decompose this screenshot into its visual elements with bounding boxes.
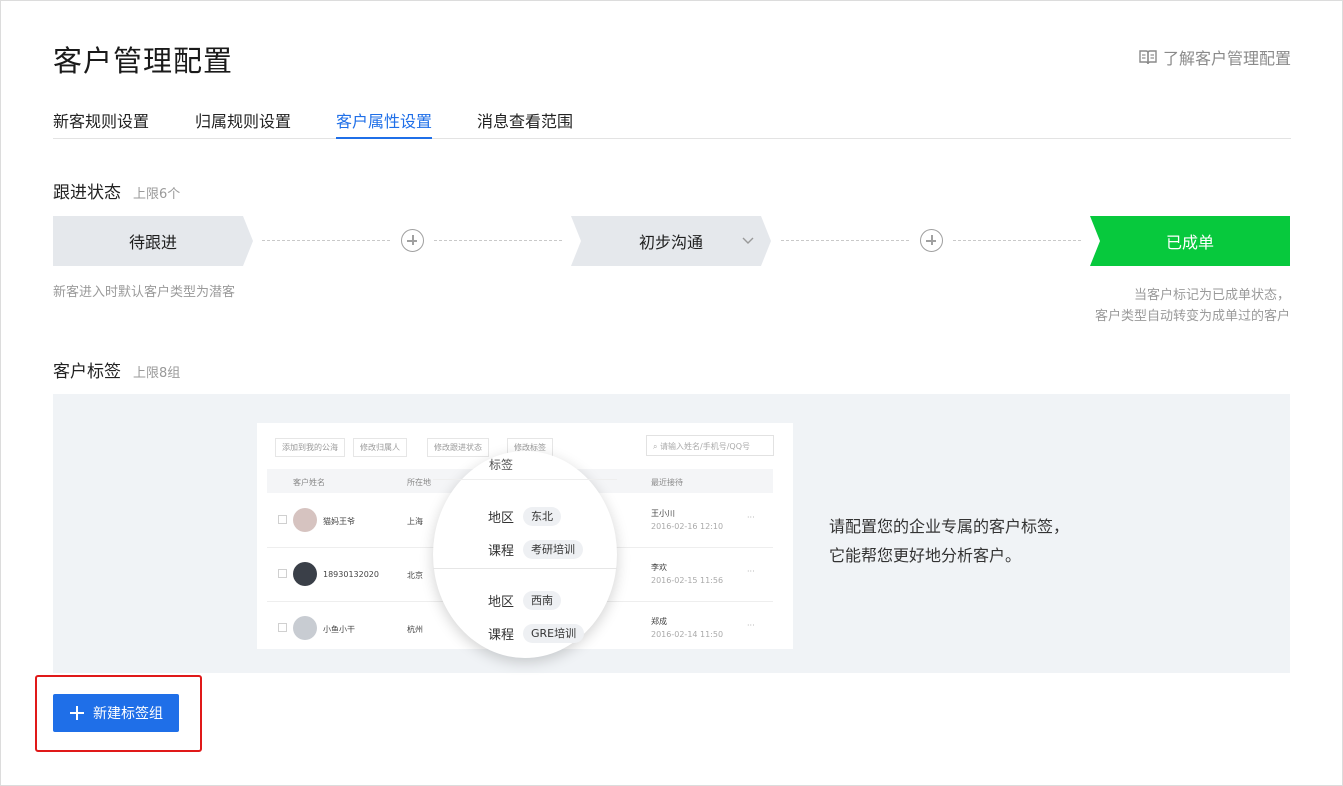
follow-status-limit: 上限6个 xyxy=(133,187,181,202)
preview-toolbar-item: 修改归属人 xyxy=(353,438,407,457)
closed-deal-note-line: 当客户标记为已成单状态， xyxy=(1133,288,1290,303)
row-date: 2016-02-15 11:56 xyxy=(651,576,724,585)
tag-chip: 考研培训 xyxy=(523,540,583,559)
divider xyxy=(433,568,617,569)
help-link[interactable]: 了解客户管理配置 xyxy=(1139,45,1291,69)
help-link-label: 了解客户管理配置 xyxy=(1162,49,1291,68)
connector-line xyxy=(781,240,909,241)
lens-key: 课程 xyxy=(488,544,515,559)
tab-customer-attributes[interactable]: 客户属性设置 xyxy=(336,108,433,139)
row-checkbox xyxy=(278,569,287,578)
preview-search-box: ⌕ 请输入姓名/手机号/QQ号 xyxy=(646,435,774,456)
row-checkbox xyxy=(278,623,287,632)
row-agent: 李欢 xyxy=(651,563,667,572)
new-tag-group-label: 新建标签组 xyxy=(93,706,163,722)
new-tag-group-button[interactable]: 新建标签组 xyxy=(53,694,179,732)
tab-bar: 新客规则设置 归属规则设置 客户属性设置 消息查看范围 xyxy=(53,104,1291,139)
stage-initial-label: 初步沟通 xyxy=(638,233,703,252)
avatar xyxy=(293,562,317,586)
follow-status-title: 跟进状态 xyxy=(53,183,121,203)
row-city: 上海 xyxy=(407,517,423,526)
tab-message-scope[interactable]: 消息查看范围 xyxy=(477,108,573,139)
row-name: 18930132020 xyxy=(323,570,379,579)
avatar xyxy=(293,616,317,640)
connector-line xyxy=(262,240,390,241)
add-stage-plus-icon[interactable] xyxy=(401,229,424,252)
tag-magnifier-lens: 标签 地区 东北 课程 考研培训 地区 西南 课程 GRE培训 xyxy=(433,451,617,658)
lens-header: 标签 xyxy=(489,458,514,472)
row-agent: 王小川 xyxy=(651,509,675,518)
customer-tags-limit: 上限8组 xyxy=(133,366,181,381)
row-agent: 郑成 xyxy=(651,617,667,626)
more-icon: ··· xyxy=(747,567,755,576)
book-icon xyxy=(1139,50,1157,65)
row-date: 2016-02-14 11:50 xyxy=(651,630,724,639)
preview-search-placeholder: 请输入姓名/手机号/QQ号 xyxy=(660,442,751,451)
tags-empty-description: 请配置您的企业专属的客户标签， 它能帮您更好地分析客户。 xyxy=(829,512,1069,570)
preview-toolbar-item: 添加到我的公海 xyxy=(275,438,345,457)
more-icon: ··· xyxy=(747,513,755,522)
page-title: 客户管理配置 xyxy=(53,44,234,78)
stage-pending[interactable]: 待跟进 xyxy=(53,216,253,266)
default-type-note: 新客进入时默认客户类型为潜客 xyxy=(53,285,236,300)
tag-chip: 东北 xyxy=(523,507,561,526)
row-city: 北京 xyxy=(407,571,423,580)
stage-initial-communication[interactable]: 初步沟通 xyxy=(571,216,771,266)
preview-col-city: 所在地 xyxy=(407,478,431,487)
stage-closed-deal[interactable]: 已成单 xyxy=(1090,216,1290,266)
lens-key: 地区 xyxy=(488,511,515,526)
row-name: 猫妈王爷 xyxy=(323,517,355,526)
customer-tags-heading: 客户标签 上限8组 xyxy=(53,357,180,382)
row-date: 2016-02-16 12:10 xyxy=(651,522,724,531)
connector-line xyxy=(434,240,562,241)
tag-chip: 西南 xyxy=(523,591,561,610)
row-city: 杭州 xyxy=(407,625,423,634)
preview-col-recent: 最近接待 xyxy=(651,478,683,487)
plus-icon xyxy=(70,706,84,720)
search-icon: ⌕ xyxy=(653,442,661,451)
divider xyxy=(433,479,617,480)
customer-tags-title: 客户标签 xyxy=(53,362,121,382)
tag-chip: GRE培训 xyxy=(523,624,585,643)
description-line: 请配置您的企业专属的客户标签， xyxy=(829,517,1070,536)
preview-col-name: 客户姓名 xyxy=(293,478,325,487)
tags-empty-panel: 添加到我的公海 修改归属人 修改跟进状态 修改标签 ⌕ 请输入姓名/手机号/QQ… xyxy=(53,394,1290,673)
add-stage-plus-icon[interactable] xyxy=(920,229,943,252)
row-checkbox xyxy=(278,515,287,524)
tab-ownership-rules[interactable]: 归属规则设置 xyxy=(195,108,291,139)
connector-line xyxy=(953,240,1081,241)
description-line: 它能帮您更好地分析客户。 xyxy=(829,546,1022,565)
lens-key: 课程 xyxy=(488,628,515,643)
follow-status-heading: 跟进状态 上限6个 xyxy=(53,178,180,203)
lens-key: 地区 xyxy=(488,595,515,610)
tab-new-customer-rules[interactable]: 新客规则设置 xyxy=(53,108,149,139)
chevron-down-icon[interactable] xyxy=(742,237,754,245)
closed-deal-note-line: 客户类型自动转变为成单过的客户 xyxy=(1094,309,1290,324)
closed-deal-note: 当客户标记为已成单状态， 客户类型自动转变为成单过的客户 xyxy=(1095,285,1290,327)
avatar xyxy=(293,508,317,532)
more-icon: ··· xyxy=(747,621,755,630)
row-name: 小鱼小干 xyxy=(323,625,355,634)
preview-toolbar-item: 修改跟进状态 xyxy=(427,438,489,457)
